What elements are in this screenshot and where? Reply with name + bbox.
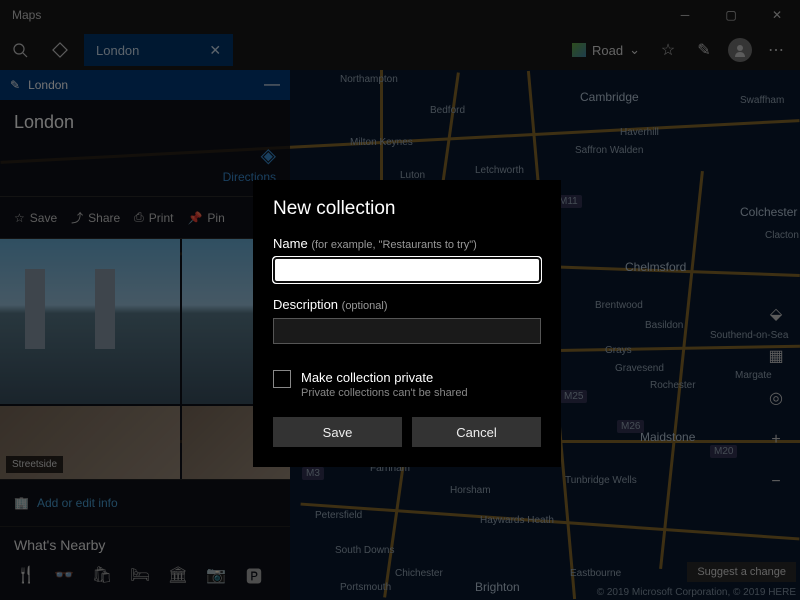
private-sublabel: Private collections can't be shared <box>301 387 468 399</box>
description-label: Description (optional) <box>273 297 541 312</box>
private-checkbox[interactable] <box>273 370 291 388</box>
new-collection-dialog: New collection Name (for example, "Resta… <box>253 180 561 467</box>
save-button[interactable]: Save <box>273 417 402 447</box>
dialog-title: New collection <box>273 198 541 220</box>
cancel-button[interactable]: Cancel <box>412 417 541 447</box>
name-input[interactable] <box>273 257 541 283</box>
name-label: Name (for example, "Restaurants to try") <box>273 236 541 251</box>
description-input[interactable] <box>273 318 541 344</box>
private-label: Make collection private <box>301 370 468 385</box>
